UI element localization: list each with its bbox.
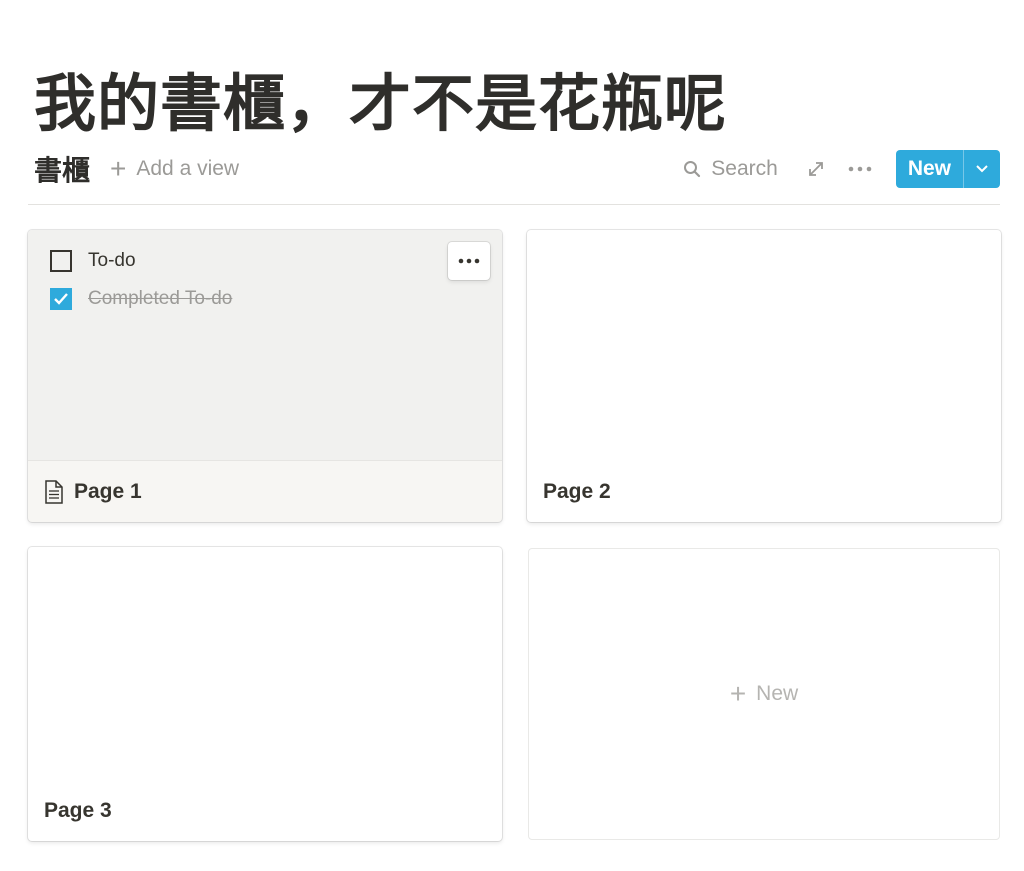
card-title: Page 1 — [74, 480, 142, 503]
card-title-row: Page 2 — [543, 480, 611, 504]
add-view-button[interactable]: + Add a view — [110, 155, 239, 183]
gallery-card-page-1[interactable]: To-do Completed To-do Page 1 — [28, 230, 502, 522]
gallery-card-page-2[interactable]: Page 2 — [527, 230, 1001, 522]
new-card-button[interactable]: + New — [528, 548, 1000, 840]
expand-button[interactable] — [806, 159, 826, 179]
page-title[interactable]: 我的書櫃，才不是花瓶呢 — [34, 64, 727, 144]
search-button[interactable]: Search — [683, 157, 778, 181]
expand-icon — [808, 162, 823, 176]
add-view-label: Add a view — [136, 157, 240, 180]
plus-icon: + — [110, 153, 127, 184]
card-title-row: Page 3 — [44, 799, 112, 823]
new-button-group: New — [895, 150, 1000, 188]
todo-text: To-do — [88, 250, 136, 271]
gallery-card-page-3[interactable]: Page 3 — [28, 547, 502, 841]
page-icon — [44, 480, 64, 504]
todo-item: To-do — [50, 250, 136, 272]
chevron-down-icon — [976, 165, 988, 173]
todo-text: Completed To-do — [88, 288, 233, 309]
new-card-label: New — [756, 682, 799, 705]
more-icon — [458, 258, 480, 264]
card-title: Page 2 — [543, 480, 611, 503]
more-options-button[interactable] — [848, 165, 872, 173]
todo-item: Completed To-do — [50, 288, 232, 310]
new-dropdown-button[interactable] — [963, 150, 1000, 188]
header-divider — [28, 204, 1000, 205]
more-icon — [848, 166, 872, 172]
card-preview: To-do Completed To-do — [28, 230, 502, 461]
checkbox-checked[interactable] — [50, 288, 72, 310]
card-title-row: Page 1 — [44, 480, 142, 504]
card-options-button[interactable] — [448, 242, 490, 280]
database-title[interactable]: 書櫃 — [34, 149, 90, 189]
database-header: 書櫃 + Add a view Search New — [28, 148, 1000, 190]
search-icon — [684, 161, 701, 178]
database-toolbar: Search New — [683, 150, 1000, 188]
checkmark-icon — [54, 293, 68, 305]
new-button[interactable]: New — [896, 150, 963, 188]
plus-icon: + — [729, 678, 747, 709]
checkbox-unchecked[interactable] — [50, 250, 72, 272]
card-title: Page 3 — [44, 799, 112, 822]
search-label: Search — [711, 157, 778, 180]
